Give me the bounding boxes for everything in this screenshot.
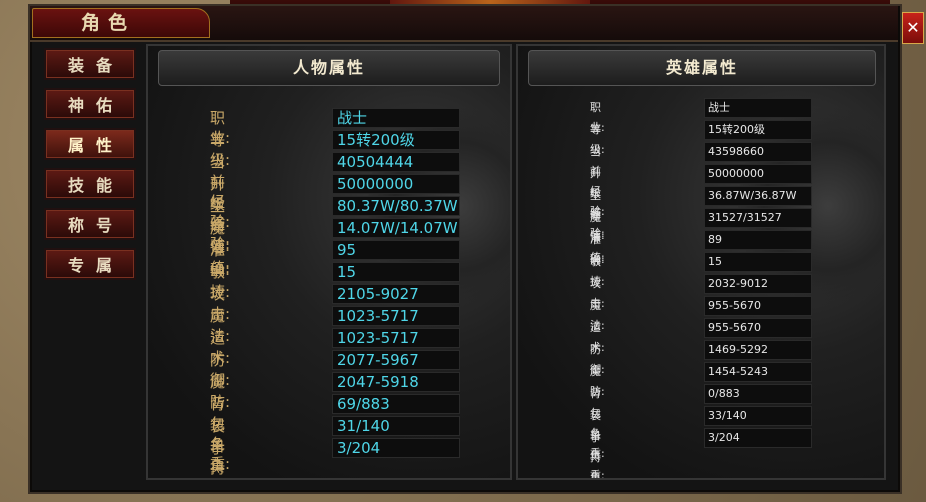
stat-value: 3/204 [332, 438, 460, 458]
sidebar-item-skills[interactable]: 技能 [44, 168, 136, 200]
stat-value: 31/140 [332, 416, 460, 436]
stat-value: 2077-5967 [332, 350, 460, 370]
stat-value: 89 [704, 230, 812, 250]
stat-value: 955-5670 [704, 318, 812, 338]
stat-value: 1469-5292 [704, 340, 812, 360]
stat-value: 2047-5918 [332, 372, 460, 392]
stat-value: 43598660 [704, 142, 812, 162]
stat-value: 15 [332, 262, 460, 282]
stat-value: 36.87W/36.87W [704, 186, 812, 206]
stat-value: 1023-5717 [332, 328, 460, 348]
stat-value: 50000000 [704, 164, 812, 184]
title-bar: 角色 [30, 6, 898, 42]
sidebar-item-blessing[interactable]: 神佑 [44, 88, 136, 120]
stat-value: 15转200级 [704, 120, 812, 140]
stat-value: 14.07W/14.07W [332, 218, 460, 238]
sidebar-item-titles[interactable]: 称号 [44, 208, 136, 240]
stat-label: 手持负重: [210, 439, 226, 477]
sidebar-item-equipment[interactable]: 装备 [44, 48, 136, 80]
stat-value: 2032-9012 [704, 274, 812, 294]
close-icon: ✕ [906, 18, 920, 37]
title-tab: 角色 [32, 8, 210, 38]
sidebar-item-attributes[interactable]: 属性 [44, 128, 136, 160]
stat-value: 80.37W/80.37W [332, 196, 460, 216]
close-button[interactable]: ✕ [902, 12, 924, 44]
stat-value: 1454-5243 [704, 362, 812, 382]
stat-value: 战士 [332, 108, 460, 128]
sidebar-item-exclusive[interactable]: 专属 [44, 248, 136, 280]
stat-value: 50000000 [332, 174, 460, 194]
stat-value: 95 [332, 240, 460, 260]
stat-value: 0/883 [704, 384, 812, 404]
stat-label: 手持负重: [590, 431, 601, 480]
hero-attributes-panel: 英雄属性 职 业: 战士等 级: 15转200级 当前经验: 43598660 升级经验:… [516, 44, 886, 480]
stat-value: 40504444 [332, 152, 460, 172]
stat-value: 69/883 [332, 394, 460, 414]
stat-value: 3/204 [704, 428, 812, 448]
hero-stats-list: 职 业: 战士等 级: 15转200级 当前经验: 43598660 升级经验: 50000… [590, 98, 880, 478]
character-attributes-panel: 人物属性 职 业: 战士等 级: 15转200级 当前经验: 40504444 升级经验:… [146, 44, 512, 480]
sidebar: 装备 神佑 属性 技能 称号 专属 [44, 48, 140, 288]
stat-value: 33/140 [704, 406, 812, 426]
stat-value: 1023-5717 [332, 306, 460, 326]
window-title: 角色 [80, 12, 135, 34]
character-panel-title: 人物属性 [158, 50, 500, 86]
stat-value: 2105-9027 [332, 284, 460, 304]
stat-value: 31527/31527 [704, 208, 812, 228]
character-stats-list: 职 业: 战士等 级: 15转200级 当前经验: 40504444 升级经验: 50000… [210, 108, 500, 478]
stat-value: 955-5670 [704, 296, 812, 316]
stat-value: 15 [704, 252, 812, 272]
hero-panel-title: 英雄属性 [528, 50, 876, 86]
stat-value: 15转200级 [332, 130, 460, 150]
character-window: 角色 装备 神佑 属性 技能 称号 专属 人物属性 职 业: 战士等 级: 15转2… [28, 4, 902, 494]
stat-value: 战士 [704, 98, 812, 118]
